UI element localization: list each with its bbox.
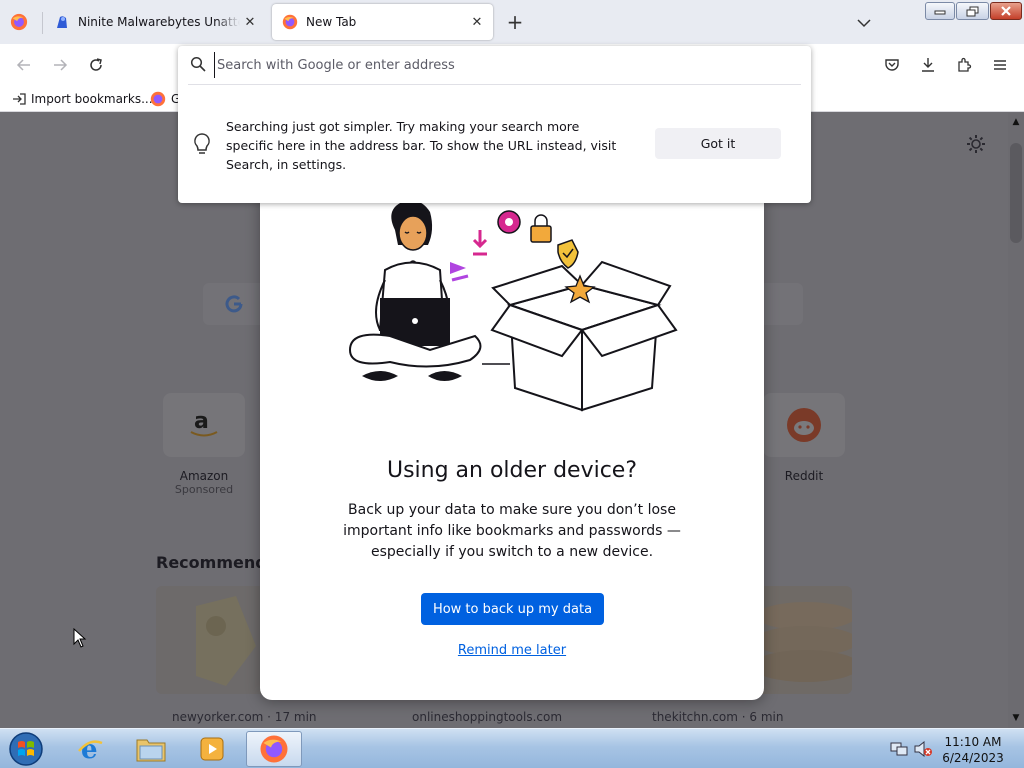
clock-time: 11:10 AM <box>944 735 1002 749</box>
got-it-button[interactable]: Got it <box>655 128 781 159</box>
tab-title: New Tab <box>306 15 357 29</box>
bookmark-label: Import bookmarks... <box>31 92 153 106</box>
page-scrollbar[interactable]: ▲ ▼ <box>1008 113 1024 728</box>
import-bookmarks-item[interactable]: Import bookmarks... <box>12 90 153 108</box>
svg-text:e: e <box>81 735 98 763</box>
bookmark-item[interactable]: G <box>150 90 180 108</box>
reload-button[interactable] <box>84 53 108 77</box>
scroll-down-icon[interactable]: ▼ <box>1011 713 1021 723</box>
dialog-body-text: Back up your data to make sure you don’t… <box>343 502 681 560</box>
folder-icon <box>136 739 166 762</box>
taskbar-firefox[interactable] <box>246 731 302 767</box>
shortcut-name: Amazon <box>179 469 229 483</box>
windows-taskbar: e 11:10 AM 6/24/2023 <box>0 728 1024 768</box>
gear-icon[interactable] <box>965 133 987 155</box>
tab-separator <box>42 12 43 34</box>
shortcut-tile: a <box>163 393 245 457</box>
shortcut-name: Reddit <box>784 469 824 483</box>
taskbar-internet-explorer[interactable]: e <box>62 731 118 767</box>
internet-explorer-icon: e <box>78 735 103 763</box>
window-minimize-button[interactable] <box>925 2 955 20</box>
forward-arrow-icon <box>54 59 68 71</box>
dialog-title: Using an older device? <box>386 458 638 483</box>
speaker-muted-icon[interactable] <box>914 741 932 757</box>
firefox-favicon-icon <box>150 91 166 107</box>
backup-data-button[interactable]: How to back up my data <box>421 593 604 625</box>
hamburger-menu-icon <box>994 60 1006 70</box>
tab-new-tab[interactable]: New Tab ✕ <box>272 4 493 40</box>
divider <box>188 84 801 85</box>
forward-button[interactable] <box>48 53 72 77</box>
address-bar-panel: Searching just got simpler. Try making y… <box>178 46 811 203</box>
taskbar-clock[interactable]: 11:10 AM 6/24/2023 <box>938 734 1008 766</box>
windows-start-icon[interactable] <box>6 731 46 767</box>
app-menu-button[interactable] <box>988 53 1012 77</box>
download-icon <box>922 58 934 72</box>
list-all-tabs-chevron-icon[interactable] <box>853 12 875 34</box>
extensions-button[interactable] <box>952 53 976 77</box>
shortcut-tile <box>763 393 845 457</box>
minimize-icon <box>934 10 946 15</box>
taskbar-explorer[interactable] <box>123 731 179 767</box>
restore-icon <box>966 6 978 16</box>
clock-date: 6/24/2023 <box>942 751 1004 765</box>
network-icon[interactable] <box>890 741 908 757</box>
amazon-logo-icon: a <box>190 410 218 437</box>
shortcut-reddit[interactable]: Reddit <box>762 393 846 483</box>
story-source: onlineshoppingtools.com <box>412 710 563 724</box>
tab-bar: Ninite Malwarebytes Unattended ✕ New Tab… <box>0 0 1024 44</box>
firefox-favicon-icon <box>282 14 298 30</box>
mouse-cursor-icon <box>73 628 87 648</box>
reload-icon <box>90 58 102 71</box>
sponsored-label: Sponsored <box>174 483 234 496</box>
close-tab-icon[interactable]: ✕ <box>240 12 260 32</box>
downloads-button[interactable] <box>916 53 940 77</box>
back-arrow-icon <box>16 59 30 71</box>
tab-title: Ninite Malwarebytes Unattended <box>78 15 240 29</box>
person-with-laptop-and-box-illustration <box>348 200 678 412</box>
lightbulb-icon <box>194 133 210 154</box>
pocket-button[interactable] <box>880 53 904 77</box>
reddit-logo-icon <box>787 408 821 442</box>
remind-me-later-link[interactable]: Remind me later <box>260 643 764 658</box>
close-icon <box>1001 6 1011 16</box>
window-close-button[interactable] <box>990 2 1022 20</box>
story-source: thekitchn.com · 6 min <box>652 710 784 724</box>
scrollbar-thumb[interactable] <box>1010 143 1022 243</box>
search-icon <box>190 56 206 72</box>
firefox-icon[interactable] <box>10 13 28 31</box>
new-tab-button[interactable]: + <box>503 11 527 35</box>
import-icon <box>13 93 26 105</box>
scroll-up-icon[interactable]: ▲ <box>1011 117 1021 127</box>
story-source: newyorker.com · 17 min <box>172 710 317 724</box>
puzzle-icon <box>958 57 972 72</box>
address-bar-input[interactable] <box>214 52 794 78</box>
taskbar-media-player[interactable] <box>184 731 240 767</box>
firefox-icon <box>260 735 288 763</box>
svg-text:a: a <box>194 410 209 434</box>
media-player-icon <box>200 737 224 761</box>
backup-reminder-dialog: Using an older device? Back up your data… <box>260 190 764 700</box>
close-tab-icon[interactable]: ✕ <box>467 12 487 32</box>
ninite-favicon-icon <box>57 16 67 28</box>
shortcut-amazon[interactable]: a Amazon Sponsored <box>162 393 246 496</box>
pocket-icon <box>885 59 899 71</box>
google-icon <box>225 295 243 313</box>
back-button[interactable] <box>12 53 36 77</box>
tab-ninite[interactable]: Ninite Malwarebytes Unattended ✕ <box>44 4 266 40</box>
window-restore-button[interactable] <box>956 2 989 20</box>
search-tip-text: Searching just got simpler. Try making y… <box>226 119 617 172</box>
